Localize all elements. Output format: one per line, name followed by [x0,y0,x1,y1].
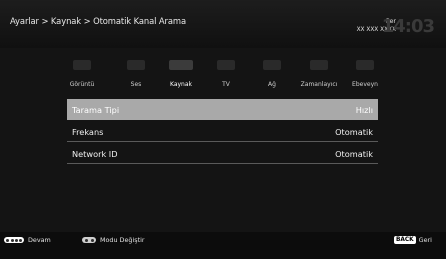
sound-icon [127,60,145,70]
setting-value: Otomatik [335,149,373,159]
hint-continue: Devam [4,236,51,244]
tab-sound[interactable]: Ses [114,48,158,96]
header: Ayarlar > Kaynak > Otomatik Kanal Arama … [0,0,446,48]
back-key-icon: BACK [394,236,416,244]
breadcrumb: Ayarlar > Kaynak > Otomatik Kanal Arama [10,16,187,26]
hint-mode-change: Modu Değiştir [82,236,145,244]
tab-timer[interactable]: Zamanlayıcı [296,48,342,96]
setting-value: Hızlı [355,105,373,115]
four-dot-button-icon [4,237,24,243]
timer-icon [310,60,328,70]
hint-back-label: Geri [418,236,432,244]
setting-network-id[interactable]: Network ID Otomatik [67,143,378,164]
tab-network[interactable]: Ağ [252,48,292,96]
setting-frequency[interactable]: Frekans Otomatik [67,121,378,142]
tab-label: TV [222,81,230,88]
hint-continue-label: Devam [28,236,51,244]
clock: 14:03 [381,16,435,37]
tab-label: Ebeveyn [352,81,378,88]
source-icon [169,60,193,70]
tab-bar: Görüntü Ses Kaynak TV Ağ Zamanlayıcı Ebe… [60,48,386,96]
setting-label: Tarama Tipi [72,105,120,115]
tab-label: Ağ [268,81,276,88]
parental-icon [356,60,374,70]
tab-parental[interactable]: Ebeveyn [344,48,386,96]
setting-label: Network ID [72,149,118,159]
footer-hints: Devam Modu Değiştir BACK Geri [0,232,446,259]
hint-back: BACK Geri [394,236,432,244]
setting-scan-type[interactable]: Tarama Tipi Hızlı [67,99,378,120]
settings-list: Tarama Tipi Hızlı Frekans Otomatik Netwo… [67,99,378,165]
picture-icon [73,60,91,70]
network-icon [263,60,281,70]
tab-label: Ses [130,81,142,88]
hint-mode-change-label: Modu Değiştir [100,236,145,244]
tab-tv[interactable]: TV [206,48,246,96]
tab-label: Görüntü [69,81,95,88]
setting-value: Otomatik [335,127,373,137]
tv-settings-screen: Ayarlar > Kaynak > Otomatik Kanal Arama … [0,0,446,259]
tab-source[interactable]: Kaynak [158,48,204,96]
two-dot-button-icon [82,237,96,243]
tab-label: Kaynak [169,81,192,88]
tab-picture[interactable]: Görüntü [60,48,104,96]
setting-label: Frekans [72,127,104,137]
tab-label: Zamanlayıcı [300,81,338,88]
tv-icon [217,60,235,70]
